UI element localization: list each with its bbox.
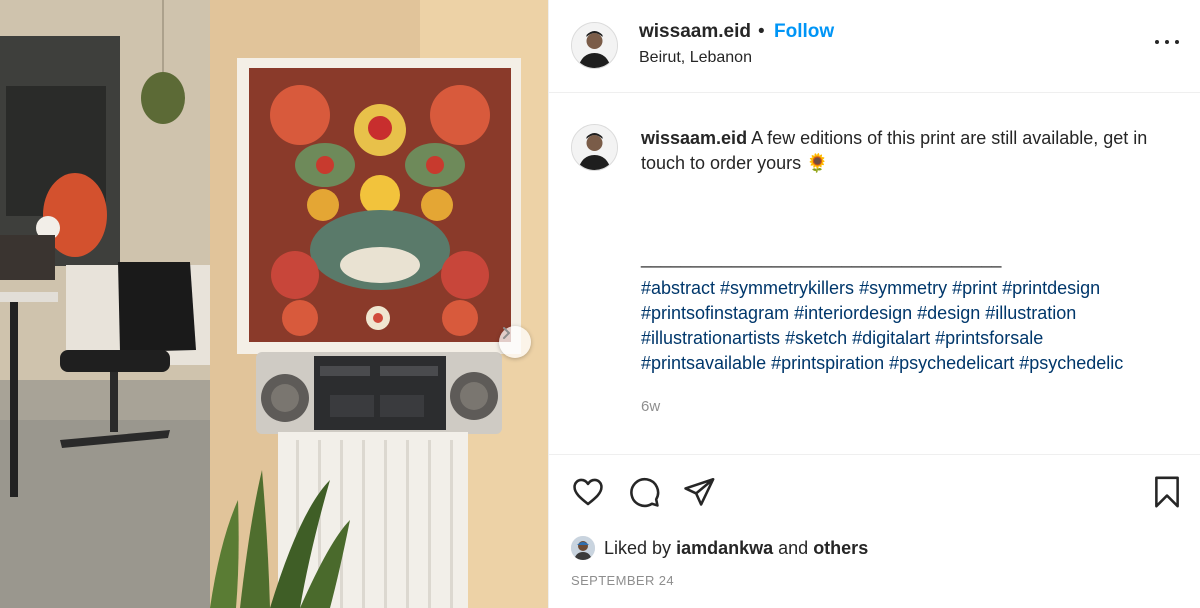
carousel-next-button[interactable] [499, 326, 531, 358]
hashtag-link[interactable]: #abstract [641, 278, 715, 298]
avatar-image [571, 536, 595, 560]
hashtag-link[interactable]: #symmetrykillers [720, 278, 854, 298]
hashtag-link[interactable]: #printspiration [771, 353, 884, 373]
author-avatar[interactable] [571, 22, 618, 69]
caption-author-avatar[interactable] [571, 124, 618, 171]
hashtag-link[interactable]: #psychedelicart [889, 353, 1014, 373]
post-date[interactable]: SEPTEMBER 24 [571, 573, 674, 588]
more-options-icon[interactable] [1155, 30, 1179, 54]
hashtag-link[interactable]: #illustrationartists [641, 328, 780, 348]
hashtag-link[interactable]: #printsforsale [935, 328, 1043, 348]
hashtag-link[interactable]: #digitalart [852, 328, 930, 348]
liked-by: Liked by iamdankwa and others [571, 535, 868, 561]
liker-avatar[interactable] [571, 536, 595, 560]
hashtag-link[interactable]: #printsofinstagram [641, 303, 789, 323]
header-separator: • [758, 21, 765, 42]
author-username[interactable]: wissaam.eid [639, 21, 751, 43]
liked-by-others[interactable]: others [813, 538, 868, 559]
hashtag-link[interactable]: #psychedelic [1019, 353, 1123, 373]
hashtag-link[interactable]: #symmetry [859, 278, 947, 298]
liked-by-prefix: Liked by [604, 537, 672, 558]
hashtag-list: #abstract #symmetrykillers #symmetry #print… [641, 276, 1186, 376]
hashtag-link[interactable]: #printsavailable [641, 353, 766, 373]
avatar-image [572, 125, 617, 170]
avatar-image [572, 23, 617, 68]
post-side-panel: wissaam.eid • Follow Beirut, Lebanon wis… [548, 0, 1200, 608]
comment-icon[interactable] [627, 475, 661, 514]
hashtag-link[interactable]: #print [952, 278, 997, 298]
hashtag-link[interactable]: #printdesign [1002, 278, 1100, 298]
hashtag-link[interactable]: #design [917, 303, 980, 323]
post-location[interactable]: Beirut, Lebanon [639, 49, 752, 67]
bookmark-icon[interactable] [1150, 474, 1184, 515]
follow-button[interactable]: Follow [774, 21, 834, 43]
post-actions: Liked by iamdankwa and others SEPTEMBER … [549, 454, 1200, 608]
heart-icon[interactable] [571, 475, 605, 514]
post-header: wissaam.eid • Follow Beirut, Lebanon [549, 0, 1200, 93]
comments-section: wissaam.eid A few editions of this print… [549, 94, 1200, 454]
hashtag-link[interactable]: #illustration [985, 303, 1076, 323]
liker-username[interactable]: iamdankwa [676, 538, 773, 559]
liked-by-joiner: and [778, 537, 809, 558]
caption-age: 6w [641, 398, 661, 415]
hashtag-link[interactable]: #sketch [785, 328, 847, 348]
photo-scene [0, 0, 548, 608]
post-photo[interactable] [0, 0, 548, 608]
hashtag-link[interactable]: #interiordesign [794, 303, 912, 323]
caption-username[interactable]: wissaam.eid [641, 128, 747, 148]
post-caption: wissaam.eid A few editions of this print… [641, 126, 1181, 176]
chevron-right-icon [503, 327, 510, 339]
caption-separator-line: ____________________________________ [641, 248, 1002, 268]
paper-plane-icon[interactable] [682, 475, 716, 514]
